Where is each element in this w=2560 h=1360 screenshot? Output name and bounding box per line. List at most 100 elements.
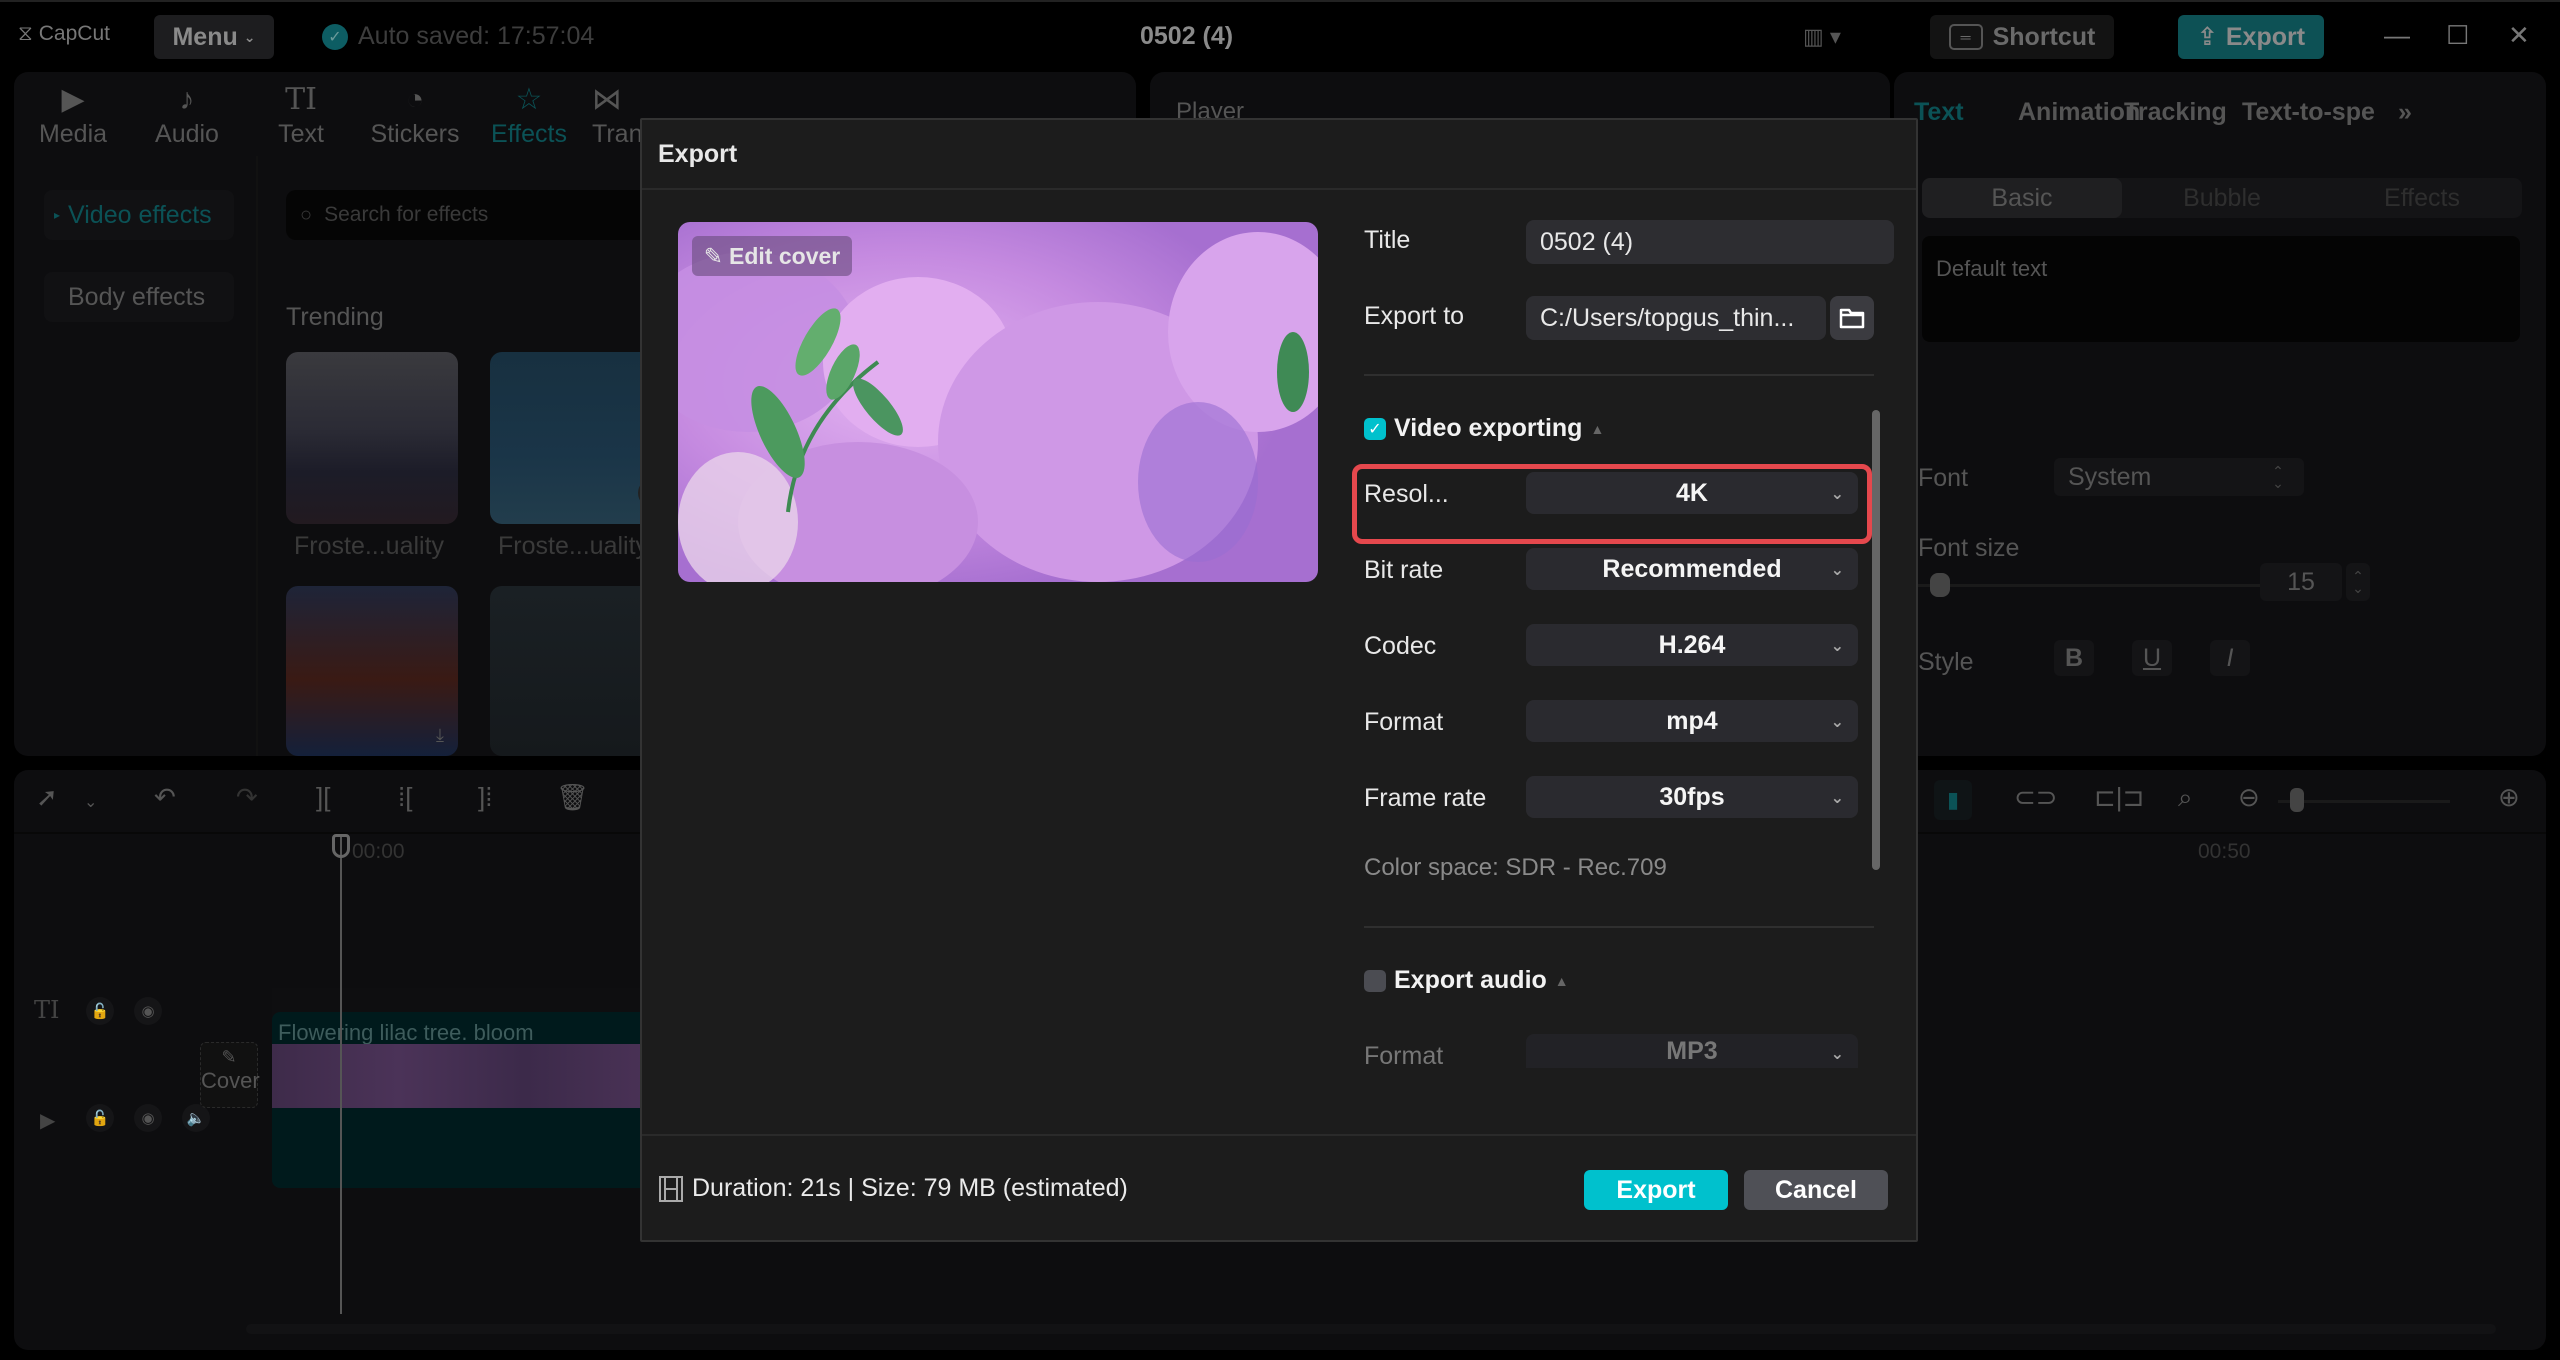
clip-label: Flowering lilac tree. bloom xyxy=(278,1020,534,1045)
audio-icon: ♪ xyxy=(179,83,195,116)
minimize-icon[interactable]: — xyxy=(2384,20,2410,51)
zoom-out-icon[interactable]: ⊖ xyxy=(2238,782,2260,813)
export-to-label: Export to xyxy=(1364,302,1465,330)
eye-icon[interactable]: ◉ xyxy=(134,997,162,1025)
tab-text-to-speech[interactable]: Text-to-spe xyxy=(2242,98,2382,127)
export-audio-toggle[interactable]: Export audio ▲ xyxy=(1364,966,1569,995)
tool-stickers[interactable]: ◔ Stickers xyxy=(370,80,460,149)
font-label: Font xyxy=(1918,464,1969,492)
tool-effects[interactable]: ☆ Effects xyxy=(484,80,574,149)
close-icon[interactable]: ✕ xyxy=(2508,20,2530,51)
edit-cover-button[interactable]: ✎ Edit cover xyxy=(692,236,852,276)
timecode-marker: 00:50 xyxy=(2198,840,2251,863)
split-screen-icon[interactable]: ⊏|⊐ xyxy=(2094,782,2144,813)
tool-text[interactable]: TI Text xyxy=(256,80,346,149)
film-icon xyxy=(659,1175,683,1202)
bold-button[interactable]: B xyxy=(2054,640,2094,676)
tool-transitions[interactable]: ⋈ Tran xyxy=(592,80,642,149)
tab-text[interactable]: Text xyxy=(1914,98,1964,127)
layout-icon[interactable]: ▥ ▾ xyxy=(1803,24,1841,50)
volume-icon[interactable]: 🔈 xyxy=(182,1104,210,1132)
chevron-down-icon[interactable]: ⌄ xyxy=(84,792,97,812)
tool-media[interactable]: ▶ Media xyxy=(28,80,118,149)
eye-icon[interactable]: ◉ xyxy=(134,1104,162,1132)
font-stepper-icon[interactable]: ⌃ ⌄ xyxy=(2266,458,2290,496)
subtab-effects[interactable]: Effects xyxy=(2322,178,2522,218)
browse-folder-button[interactable] xyxy=(1830,296,1874,340)
audio-format-select[interactable]: MP3 ⌄ xyxy=(1526,1034,1858,1068)
more-tabs-icon[interactable]: » xyxy=(2398,98,2412,127)
panel-divider xyxy=(256,156,258,756)
effects-search-input[interactable]: ○ Search for effects xyxy=(286,190,686,240)
export-summary: Duration: 21s | Size: 79 MB (estimated) xyxy=(658,1174,1128,1203)
font-size-stepper-icon[interactable]: ⌃ ⌄ xyxy=(2346,563,2370,601)
sidebar-item-body-effects[interactable]: Body effects xyxy=(44,272,234,322)
checkbox-checked-icon[interactable]: ✓ xyxy=(1364,417,1386,440)
lock-icon[interactable]: 🔓 xyxy=(86,997,114,1025)
settings-scrollbar[interactable] xyxy=(1872,410,1880,870)
tool-audio[interactable]: ♪ Audio xyxy=(142,80,232,149)
maximize-icon[interactable]: ☐ xyxy=(2446,20,2469,51)
divider xyxy=(1364,926,1874,928)
timeline-scrollbar[interactable] xyxy=(246,1324,2496,1334)
format-select[interactable]: mp4 ⌄ xyxy=(1526,700,1858,742)
app-logo: ⧖ CapCut xyxy=(18,22,110,45)
checkbox-unchecked-icon[interactable] xyxy=(1364,969,1386,992)
bit-rate-select[interactable]: Recommended ⌄ xyxy=(1526,548,1858,590)
trim-left-icon[interactable]: ⁞[ xyxy=(398,782,412,813)
link-icon[interactable]: ⊂⊃ xyxy=(2014,782,2058,813)
select-tool-icon[interactable]: ➚ xyxy=(36,782,58,813)
effect-thumbnail[interactable] xyxy=(286,352,458,524)
export-button[interactable]: Export xyxy=(1584,1170,1728,1210)
tab-animation[interactable]: Animation xyxy=(2018,98,2140,127)
zoom-slider-handle[interactable] xyxy=(2290,788,2304,812)
menu-button[interactable]: Menu ⌄ xyxy=(154,15,274,59)
trim-right-icon[interactable]: ]⁞ xyxy=(478,782,492,813)
split-icon[interactable]: ][ xyxy=(316,782,330,813)
zoom-in-icon[interactable]: ⊕ xyxy=(2498,782,2520,813)
download-icon[interactable]: ⤓ xyxy=(436,725,444,746)
playhead[interactable] xyxy=(340,834,342,1314)
frame-rate-select[interactable]: 30fps ⌄ xyxy=(1526,776,1858,818)
preview-zoom-icon[interactable]: ⌕ xyxy=(2178,782,2193,814)
italic-button[interactable]: I xyxy=(2210,640,2250,676)
effect-thumbnail[interactable]: ⤓ xyxy=(490,586,662,756)
auto-snap-icon[interactable]: ▮ xyxy=(1934,780,1972,820)
shortcut-button[interactable]: ═ Shortcut xyxy=(1930,15,2114,59)
cover-button[interactable]: ✎ Cover xyxy=(200,1042,260,1108)
frame-rate-label: Frame rate xyxy=(1364,784,1487,812)
export-path-input[interactable]: C:/Users/topgus_thin... xyxy=(1526,296,1826,340)
subtab-bubble[interactable]: Bubble xyxy=(2122,178,2322,218)
subtab-basic[interactable]: Basic xyxy=(1922,178,2122,218)
export-top-button[interactable]: ⇪ Export xyxy=(2178,15,2324,59)
playhead-handle[interactable] xyxy=(332,834,350,858)
font-size-slider-handle[interactable] xyxy=(1930,573,1950,597)
lock-icon[interactable]: 🔓 xyxy=(86,1104,114,1132)
divider xyxy=(1364,374,1874,376)
codec-select[interactable]: H.264 ⌄ xyxy=(1526,624,1858,666)
sidebar-item-video-effects[interactable]: ▸ Video effects xyxy=(44,190,234,240)
format-label: Format xyxy=(1364,708,1444,736)
font-size-input[interactable]: 15 xyxy=(2260,563,2342,601)
redo-icon[interactable]: ↷ xyxy=(236,782,258,813)
tab-tracking[interactable]: Tracking xyxy=(2124,98,2227,127)
undo-icon[interactable]: ↶ xyxy=(154,782,176,813)
delete-icon[interactable]: 🗑 xyxy=(556,782,589,813)
cancel-button[interactable]: Cancel xyxy=(1744,1170,1888,1210)
effect-thumbnail[interactable]: ⤓ xyxy=(286,586,458,756)
pencil-icon: ✎ xyxy=(221,1047,237,1067)
media-icon: ▶ xyxy=(61,83,85,116)
effect-thumbnail[interactable]: ⤓ xyxy=(490,352,662,524)
style-label: Style xyxy=(1918,648,1974,676)
text-content-input[interactable]: Default text xyxy=(1922,236,2520,342)
pencil-icon: ✎ xyxy=(703,242,724,269)
divider xyxy=(642,1134,1916,1136)
stickers-icon: ◔ xyxy=(405,83,425,116)
title-input[interactable]: 0502 (4) xyxy=(1526,220,1894,264)
underline-button[interactable]: U xyxy=(2132,640,2172,676)
video-exporting-toggle[interactable]: ✓ Video exporting ▲ xyxy=(1364,414,1604,443)
video-clip[interactable]: Flowering lilac tree. bloom xyxy=(272,1012,652,1188)
highlight-box xyxy=(1352,464,1872,544)
divider xyxy=(642,188,1916,190)
title-bar: ⧖ CapCut Menu ⌄ ✓ Auto saved: 17:57:04 0… xyxy=(0,0,2560,70)
